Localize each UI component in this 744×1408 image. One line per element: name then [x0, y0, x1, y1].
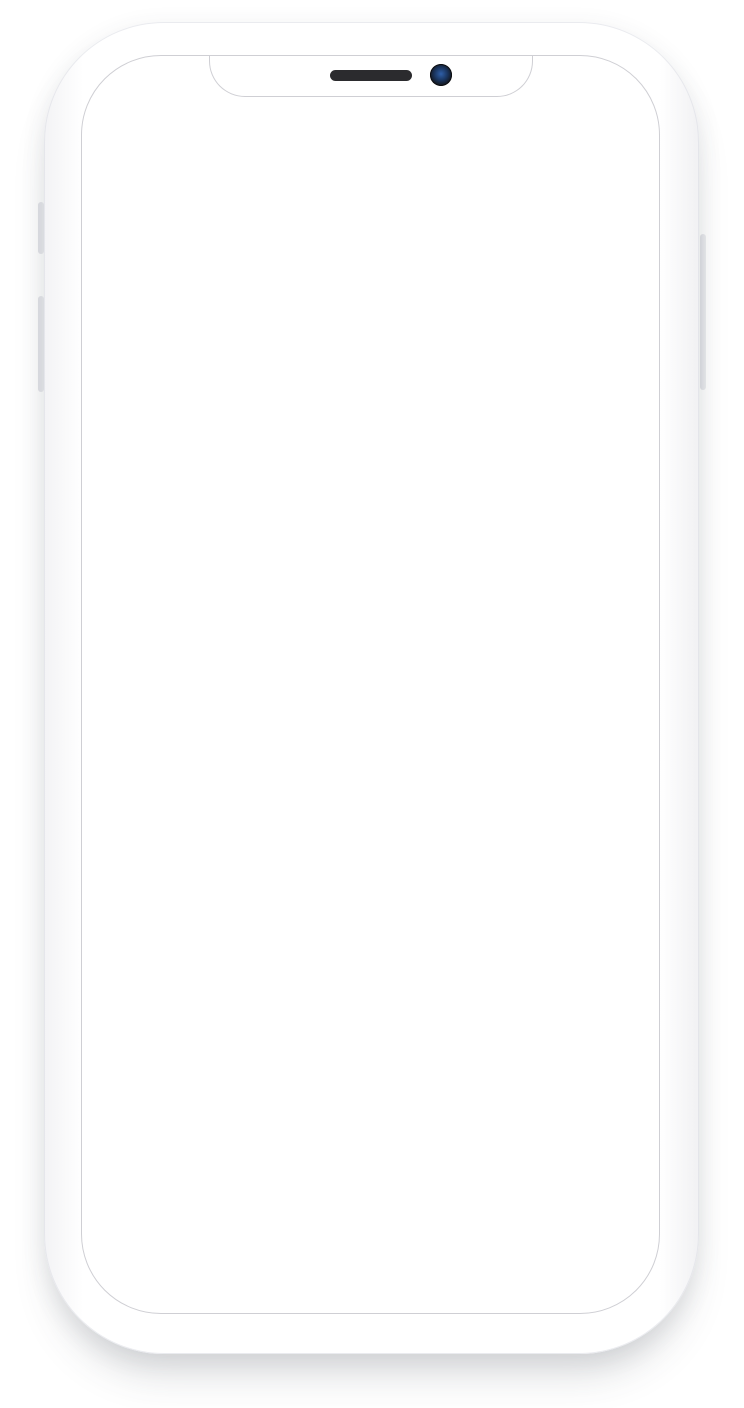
phone-screen — [81, 55, 660, 1314]
phone-mockup-stage — [0, 0, 744, 1408]
speaker-grille-icon — [330, 70, 412, 81]
power-button — [700, 234, 706, 390]
front-camera-icon — [430, 64, 452, 86]
